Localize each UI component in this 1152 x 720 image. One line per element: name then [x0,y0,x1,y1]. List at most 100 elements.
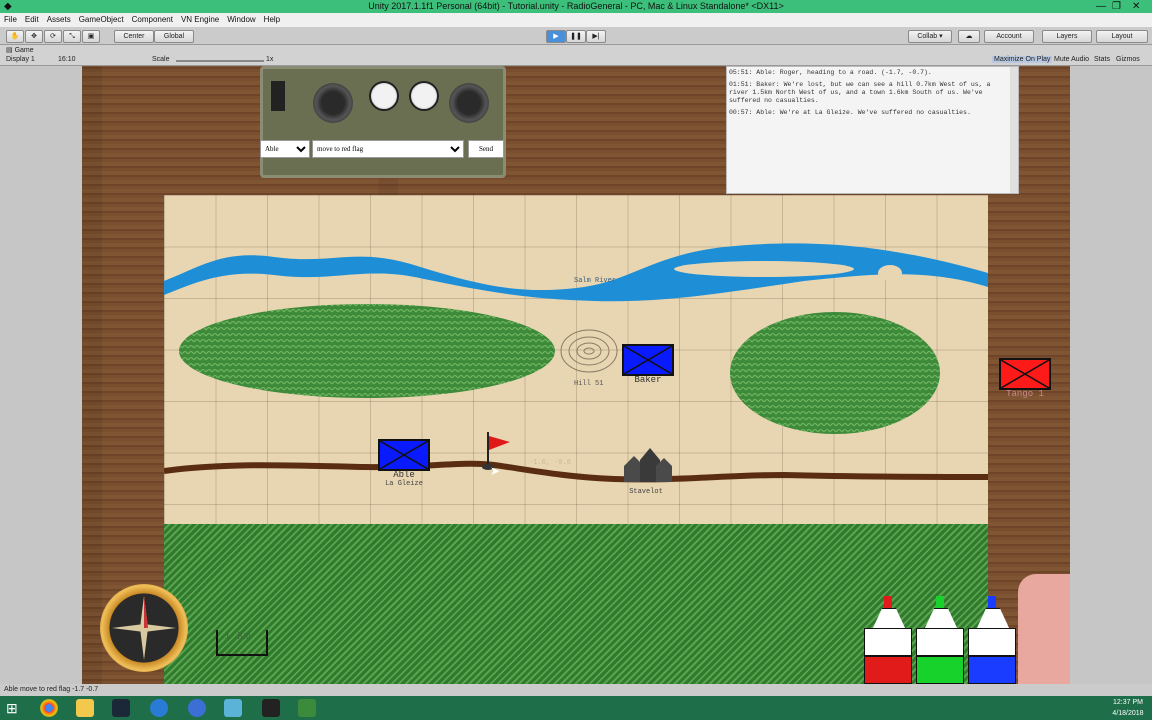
game-tab[interactable]: ▤ Game [6,46,34,54]
field-west [179,304,555,398]
scale-bar: 1 Km [216,630,268,656]
menu-vn-engine[interactable]: VN Engine [177,13,223,27]
unity-icon[interactable] [262,699,280,717]
steam-icon[interactable] [112,699,130,717]
menu-window[interactable]: Window [223,13,259,27]
scale-tool-icon[interactable]: ⤡ [63,30,81,43]
file-explorer-icon[interactable] [76,699,94,717]
game-viewport: Salm River Hill 51 Able move to red flag… [0,66,1152,684]
windows-taskbar: ⊞ 12:37 PM 4/18/2018 [0,696,1152,720]
log-entry: 00:57: Able: We're at La Gleize. We've s… [729,109,971,116]
message-log: 05:51: Able: Roger, heading to a road. (… [726,66,1019,194]
rect-tool-icon[interactable]: ▣ [82,30,100,43]
pivot-center-button[interactable]: Center [114,30,154,43]
map-terrain-svg: Salm River Hill 51 [164,243,988,483]
marker-tray [864,574,1020,684]
unit-baker-label: Baker [634,375,662,385]
infantry-symbol-icon [1001,360,1049,388]
menu-file[interactable]: File [0,13,21,27]
pivot-global-button[interactable]: Global [154,30,194,43]
app-icon[interactable] [224,699,242,717]
hand-tool-icon[interactable]: ✋ [6,30,24,43]
collab-button[interactable]: Collab ▾ [908,30,952,43]
scale-value: 1x [266,56,274,63]
window-title: Unity 2017.1.1f1 Personal (64bit) - Tuto… [368,1,784,11]
move-tool-icon[interactable]: ✥ [25,30,43,43]
send-button[interactable]: Send [468,140,504,158]
infantry-symbol-icon [624,346,672,374]
river-island-small [878,265,902,281]
log-scrollbar[interactable] [1010,67,1018,193]
log-entry: 01:51: Baker: We're lost, but we can see… [729,81,991,104]
unit-baker[interactable] [622,344,674,376]
flag-coordinates-label: -1.6, -0.8 [528,459,571,467]
unit-able-label: Able [393,470,415,480]
unit-tango-1[interactable] [999,358,1051,390]
chrome-icon[interactable] [40,699,58,717]
minimize-button[interactable]: — [1096,0,1106,13]
mute-audio-toggle[interactable]: Mute Audio [1054,56,1089,63]
red-marker-icon[interactable] [864,596,912,684]
menu-gameobject[interactable]: GameObject [75,13,128,27]
green-marker-icon[interactable] [916,596,964,684]
gizmos-dropdown[interactable]: Gizmos [1116,56,1140,63]
pause-icon[interactable]: ❚❚ [566,30,586,43]
log-entry: 05:51: Able: Roger, heading to a road. (… [729,69,932,76]
step-icon[interactable]: ▶| [586,30,606,43]
menu-bar: File Edit Assets GameObject Component VN Engi… [0,13,1152,28]
order-select[interactable]: move to red flag [312,140,464,158]
menu-edit[interactable]: Edit [21,13,43,27]
river-island [674,261,854,277]
town-label: Stavelot [629,488,663,496]
unit-tango-1-label: Tango 1 [1006,389,1044,399]
mouse-cursor-icon: ➤ [490,464,501,478]
menu-help[interactable]: Help [260,13,284,27]
hill-51-icon [560,329,618,373]
scale-label: Scale [152,56,170,63]
menu-component[interactable]: Component [128,13,177,27]
maximize-on-play-toggle[interactable]: Maximize On Play [992,56,1053,63]
compass-rose-icon [112,596,176,660]
app-icon[interactable] [150,699,168,717]
blue-marker-icon[interactable] [968,596,1016,684]
infantry-symbol-icon [380,441,428,469]
stats-toggle[interactable]: Stats [1094,56,1110,63]
toolbar: ✋ ✥ ⟳ ⤡ ▣ Center Global ▶ ❚❚ ▶| Collab ▾… [0,28,1152,45]
river-label: Salm River [574,277,616,285]
play-icon[interactable]: ▶ [546,30,566,43]
switch-panel-icon [271,81,285,111]
compass-icon[interactable] [100,584,188,672]
clock-time: 12:37 PM [1113,699,1143,706]
layout-dropdown[interactable]: Layout [1096,30,1148,43]
volume-knob-icon[interactable] [449,83,489,123]
scale-slider[interactable] [176,60,264,62]
scale-bar-label: 1 Km [224,631,251,643]
system-clock[interactable]: 12:37 PM 4/18/2018 [1106,697,1150,719]
river [164,243,988,302]
game-tab-label: Game [14,47,34,54]
rotate-tool-icon[interactable]: ⟳ [44,30,62,43]
meter-dial-icon [409,81,439,111]
town-icon [624,448,672,482]
maximize-button[interactable]: ❐ [1112,0,1121,13]
unit-able[interactable] [378,439,430,471]
status-message: Able move to red flag -1.7 -0.7 [4,686,99,693]
cloud-icon[interactable]: ☁ [958,30,980,43]
field-radio: Able move to red flag Send [260,66,506,178]
app-icon[interactable] [298,699,316,717]
menu-assets[interactable]: Assets [43,13,75,27]
aspect-dropdown[interactable]: 16:10 [58,56,76,63]
account-dropdown[interactable]: Account [984,30,1034,43]
frequency-knob-icon[interactable] [313,83,353,123]
app-icon[interactable] [188,699,206,717]
unity-logo-icon: ◆ [4,1,12,12]
layers-dropdown[interactable]: Layers [1042,30,1092,43]
unit-select[interactable]: Able [260,140,310,158]
eraser-icon[interactable] [1018,574,1070,684]
window-title-bar: Unity 2017.1.1f1 Personal (64bit) - Tuto… [0,0,1152,13]
hill-label: Hill 51 [574,380,603,388]
windows-start-icon[interactable]: ⊞ [6,701,22,715]
display-dropdown[interactable]: Display 1 [6,56,35,63]
close-button[interactable]: ✕ [1132,0,1140,13]
field-east [730,312,940,434]
